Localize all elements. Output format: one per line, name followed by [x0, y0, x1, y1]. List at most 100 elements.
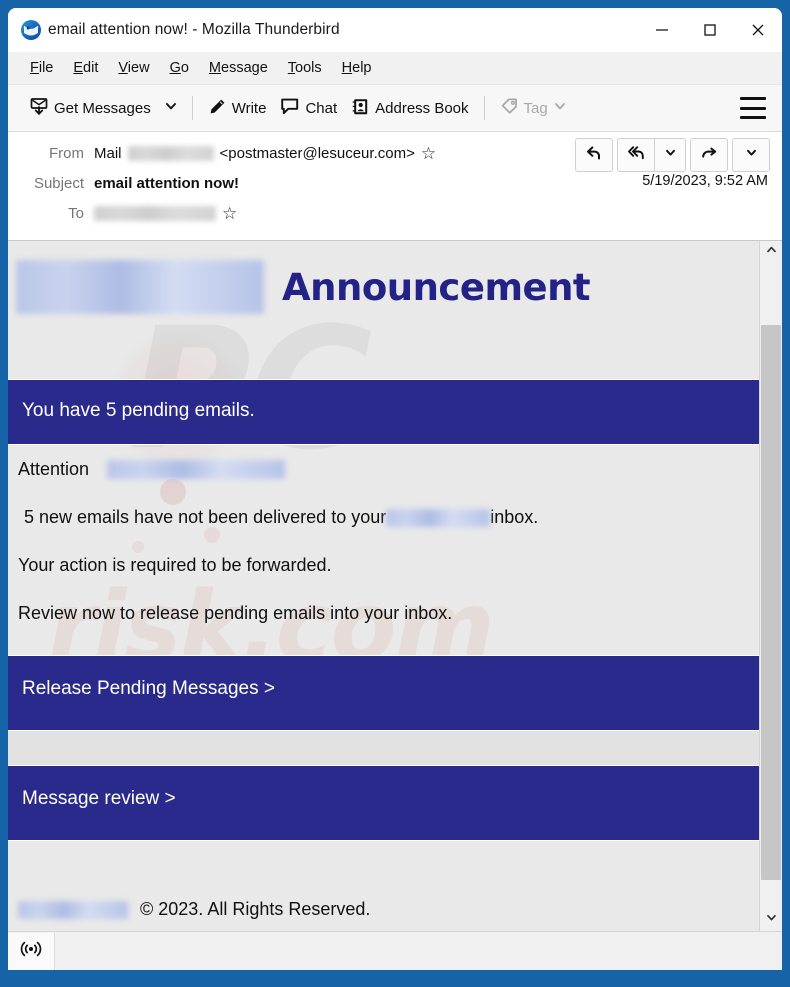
star-outline-icon[interactable]: ☆ — [222, 205, 237, 222]
message-review-cta[interactable]: Message review > — [8, 765, 759, 841]
scrollbar-down-button[interactable] — [760, 909, 782, 931]
email-inner-content: Announcement You have 5 pending emails. … — [8, 241, 759, 920]
chevron-up-icon — [765, 243, 778, 261]
chevron-down-icon — [553, 99, 567, 117]
tag-label: Tag — [523, 99, 548, 117]
message-content-area: PC risk.com Announcement You have 5 pend… — [8, 241, 782, 931]
speech-bubble-icon — [280, 97, 300, 120]
thunderbird-window-screen: email attention now! - Mozilla Thunderbi… — [0, 0, 790, 987]
from-display-name: Mail — [94, 144, 122, 162]
scrollbar-thumb[interactable] — [761, 325, 781, 880]
message-header-pane: From Mail <postmaster@lesuceur.com> ☆ Su… — [8, 132, 782, 241]
chat-button[interactable]: Chat — [273, 93, 344, 124]
chevron-down-icon — [765, 911, 778, 929]
from-email-address: <postmaster@lesuceur.com> — [219, 144, 415, 162]
to-row: To ☆ — [8, 198, 782, 228]
chevron-down-icon — [664, 146, 677, 164]
window-title: email attention now! - Mozilla Thunderbi… — [48, 21, 340, 38]
attention-recipient-redacted — [107, 460, 286, 479]
release-pending-messages-cta[interactable]: Release Pending Messages > — [8, 655, 759, 731]
status-text-area — [55, 933, 782, 970]
tag-button[interactable]: Tag — [493, 93, 574, 124]
menu-tools[interactable]: Tools — [278, 58, 332, 78]
email-hero: Announcement — [8, 241, 759, 333]
delivered-line: 5 new emails have not been delivered to … — [18, 493, 749, 541]
main-toolbar: Get Messages Write Chat Address Book Tag — [8, 85, 782, 132]
to-label: To — [68, 204, 84, 222]
maximize-button[interactable] — [686, 8, 734, 52]
reply-all-button[interactable] — [617, 138, 654, 172]
pending-emails-banner: You have 5 pending emails. — [8, 379, 759, 445]
delivered-text-pre: 5 new emails have not been delivered to … — [24, 507, 387, 527]
status-bar — [8, 931, 782, 970]
email-footer: © 2023. All Rights Reserved. — [8, 841, 759, 920]
delivered-domain-redacted — [386, 508, 491, 527]
from-redacted-name — [127, 145, 214, 161]
forward-icon — [700, 144, 718, 167]
menu-file[interactable]: File — [20, 58, 63, 78]
get-messages-dropdown[interactable] — [158, 95, 184, 122]
chevron-down-icon — [745, 146, 758, 164]
reply-icon — [585, 144, 603, 167]
toolbar-separator-2 — [483, 96, 485, 120]
attention-line: Attention — [18, 445, 749, 493]
menu-message[interactable]: Message — [199, 58, 278, 78]
address-book-label: Address Book — [375, 99, 469, 117]
menu-edit[interactable]: Edit — [63, 58, 108, 78]
chat-label: Chat — [305, 99, 338, 117]
chevron-down-icon — [164, 99, 178, 118]
scrollbar-track[interactable] — [760, 263, 782, 909]
reply-all-group — [617, 138, 686, 172]
address-book-button[interactable]: Address Book — [344, 93, 475, 124]
window-controls — [638, 8, 782, 52]
to-value: ☆ — [94, 205, 237, 222]
footer-brand-redacted — [18, 900, 128, 919]
title-bar: email attention now! - Mozilla Thunderbi… — [8, 8, 782, 52]
tag-icon — [500, 97, 519, 120]
message-actions — [575, 138, 770, 172]
message-date: 5/19/2023, 9:52 AM — [642, 173, 768, 189]
cta-gap-band — [8, 731, 759, 765]
star-outline-icon[interactable]: ☆ — [421, 145, 436, 162]
download-mail-icon — [29, 96, 49, 120]
menu-bar: File Edit View Go Message Tools Help — [8, 52, 782, 85]
application-window: email attention now! - Mozilla Thunderbi… — [8, 8, 782, 970]
pencil-icon — [208, 97, 227, 120]
minimize-button[interactable] — [638, 8, 686, 52]
toolbar-separator — [191, 96, 193, 120]
hamburger-menu-icon[interactable] — [740, 95, 766, 121]
scrollbar-up-button[interactable] — [760, 241, 782, 263]
footer-copyright: © 2023. All Rights Reserved. — [140, 899, 371, 919]
menu-help[interactable]: Help — [332, 58, 382, 78]
from-value: Mail <postmaster@lesuceur.com> ☆ — [94, 145, 436, 162]
action-required-line: Your action is required to be forwarded. — [18, 555, 332, 575]
online-status-button[interactable] — [8, 932, 55, 970]
contact-card-icon — [351, 97, 370, 120]
reply-all-icon — [627, 144, 646, 167]
brand-logo-redacted — [16, 260, 264, 314]
more-actions-dropdown[interactable] — [732, 138, 770, 172]
write-label: Write — [231, 99, 267, 117]
subject-value: email attention now! — [94, 174, 240, 192]
email-body-text: Attention 5 new emails have not been del… — [8, 445, 759, 637]
thunderbird-icon — [20, 19, 42, 41]
write-button[interactable]: Write — [201, 93, 274, 124]
menu-go[interactable]: Go — [160, 58, 199, 78]
subject-label: Subject — [33, 174, 84, 192]
reply-all-dropdown[interactable] — [654, 138, 686, 172]
to-redacted-address — [94, 205, 216, 221]
message-scrollbar[interactable] — [759, 241, 782, 931]
hero-spacer — [8, 333, 759, 379]
pre-cta-spacer — [8, 637, 759, 655]
delivered-text-post: inbox. — [490, 507, 539, 527]
forward-button[interactable] — [690, 138, 728, 172]
review-now-line: Review now to release pending emails int… — [18, 603, 453, 623]
menu-view[interactable]: View — [108, 58, 159, 78]
announcement-heading: Announcement — [282, 265, 591, 309]
broadcast-online-icon — [19, 939, 43, 964]
attention-label: Attention — [18, 459, 90, 479]
reply-button[interactable] — [575, 138, 613, 172]
get-messages-button[interactable]: Get Messages — [22, 92, 158, 124]
from-label: From — [49, 144, 84, 162]
close-button[interactable] — [734, 8, 782, 52]
